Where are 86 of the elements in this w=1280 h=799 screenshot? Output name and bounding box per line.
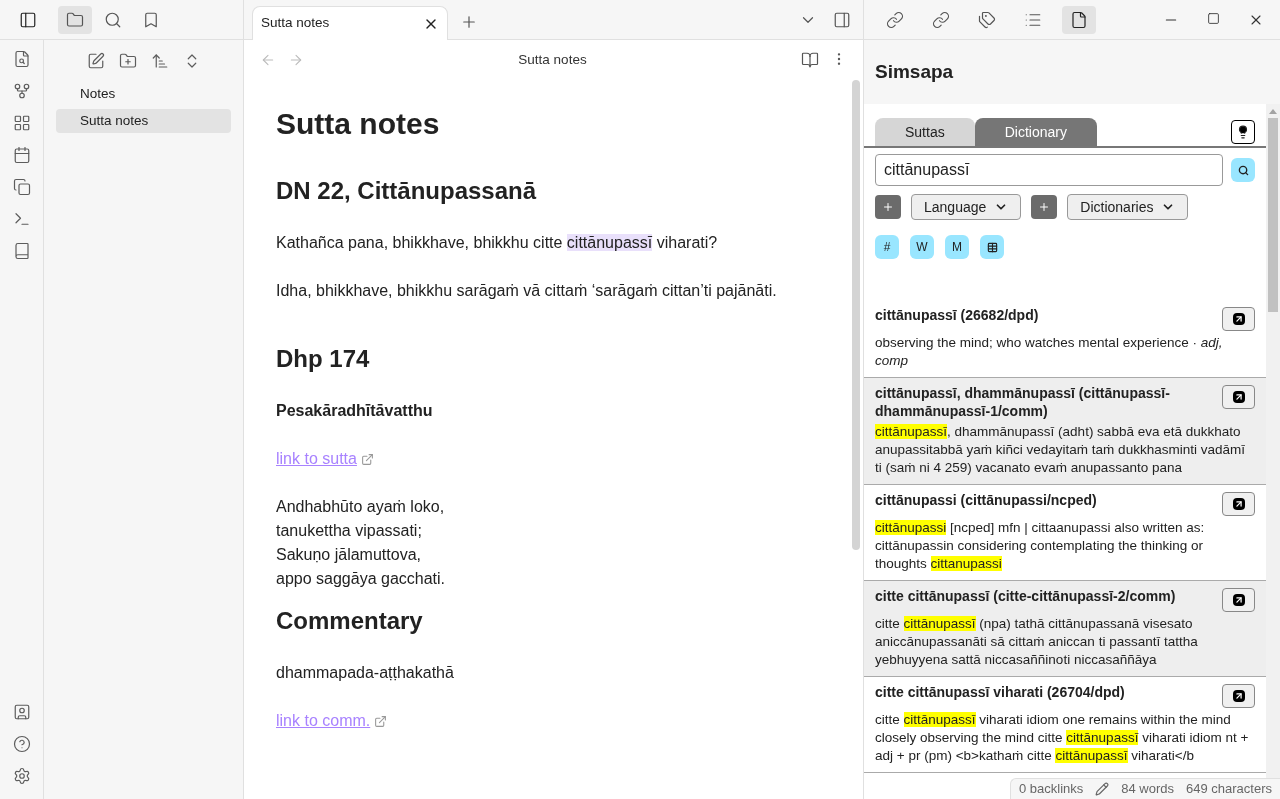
scrollbar-thumb[interactable] [1268, 118, 1278, 312]
help-icon[interactable] [12, 735, 31, 753]
open-icon [1232, 391, 1245, 403]
open-button[interactable] [1222, 307, 1255, 331]
result-title: cittānupassī, dhammānupassī (cittānupassī-dhammānupassī-1/comm) [875, 384, 1171, 420]
backlinks-count: 0 backlinks [1018, 780, 1084, 799]
note-heading: DN 22, Cittānupassanā [276, 176, 537, 206]
character-count: 649 characters [1186, 780, 1272, 799]
open-icon [1232, 313, 1245, 325]
terminal-icon[interactable] [12, 210, 31, 228]
filter-button[interactable]: # [875, 235, 899, 259]
result-title: citte cittānupassī viharati (26704/dpd) [875, 683, 1126, 701]
tags-icon [978, 10, 996, 29]
result-text: cittānupassī, dhammānupassī (adht) sabbā eva etā dukkhato anupassitabbā yaṁ kiñci vedayitaṁ taṁ dukkhasminti vadāmī ti (saṁ ni 4 259) vacanato evaṁ anupassanto pana [875, 423, 1246, 477]
open-button[interactable] [1222, 684, 1255, 708]
table-icon [986, 241, 998, 253]
sidebar-tab[interactable] [58, 5, 92, 34]
note-name: Sutta notes [518, 50, 587, 69]
add-button[interactable] [875, 195, 901, 219]
result-text: observing the mind; who watches mental experience · adj, comp [875, 334, 1224, 370]
editor-tab[interactable]: Sutta notes [252, 6, 448, 40]
open-button[interactable] [1222, 492, 1255, 516]
sidebar-tab[interactable] [1062, 5, 1096, 34]
scrollbar-thumb[interactable] [852, 80, 860, 550]
tab-label: Sutta notes [261, 14, 330, 33]
open-button[interactable] [1222, 588, 1255, 612]
new-note-icon[interactable] [86, 52, 105, 70]
result-title: citte cittānupassī (citte-cittānupassī-2/comm) [875, 587, 1177, 605]
plus-icon [1038, 201, 1051, 213]
link-icon [886, 10, 904, 29]
maximize-icon[interactable] [1207, 11, 1220, 25]
plus-icon [882, 201, 894, 213]
word-count: 84 words [1121, 780, 1174, 799]
result-title: cittānupassī (26682/dpd) [875, 306, 1040, 324]
dictionary-tab[interactable]: Dictionary [974, 118, 1097, 146]
filter-button[interactable]: W [910, 235, 934, 259]
result-text: citte cittānupassī (npa) tathā cittānupassanā visesato aniccānupassanāti sā cittaṁ aniccan ti passantī tattha yebhuyyena sattā niccasaññinoti niccasaññāya [875, 615, 1199, 669]
dropdown[interactable]: Language [911, 194, 1022, 220]
sidebar-toggle-icon[interactable] [19, 10, 37, 29]
filter-button[interactable]: M [945, 235, 969, 259]
sort-icon[interactable] [150, 52, 169, 70]
result-text: cittānupassi [ncped] mfn | cittaanupassi also written as: cittānupassin considering contemplating the thinking or thoughts cittanupassi [875, 519, 1206, 573]
sidebar-toggle-icon[interactable] [833, 11, 851, 29]
link-icon [932, 10, 950, 29]
note-heading: Dhp 174 [276, 344, 370, 374]
new-tab-icon[interactable] [460, 13, 478, 31]
settings-icon[interactable] [12, 767, 31, 785]
book-icon[interactable] [12, 242, 31, 260]
graph-icon[interactable] [12, 82, 31, 100]
search-field[interactable]: cittānupassī [875, 154, 1223, 186]
note-paragraph: Idha, bhikkhave, bhikkhu sarāgaṁ vā cittaṁ ‘sarāgaṁ cittan’ti pajānāti. [276, 281, 777, 301]
search-button[interactable] [1231, 158, 1255, 182]
table-filter-button[interactable] [980, 235, 1004, 259]
panel-title: Simsapa [875, 59, 954, 84]
note-paragraph: Kathañca pana, bhikkhave, bhikkhu citte cittānupassī viharati? [276, 233, 718, 253]
hint-button[interactable] [1231, 120, 1255, 144]
note-title: Sutta notes [276, 106, 440, 142]
pencil-icon[interactable] [1095, 782, 1110, 796]
grid-icon[interactable] [12, 114, 31, 132]
external-link-icon [374, 714, 388, 728]
copy-icon[interactable] [12, 178, 31, 196]
open-icon [1232, 594, 1245, 606]
note-bold-text: Pesakāradhītāvatthu [276, 401, 433, 421]
file-tree-item[interactable]: Notes [56, 82, 231, 106]
verse-text: Andhabhūto ayaṁ loko, tanukettha vipassati; Sakuṇo jālamuttova, appo saggāya gacchati. [276, 497, 445, 589]
lightbulb-icon [1236, 125, 1250, 139]
open-button[interactable] [1222, 385, 1255, 409]
file-tree-item[interactable]: Sutta notes [56, 109, 231, 133]
open-icon [1232, 498, 1245, 510]
add-button[interactable] [1031, 195, 1058, 219]
file-icon [1070, 10, 1088, 29]
dictionary-tab[interactable]: Suttas [875, 118, 975, 146]
open-icon [1232, 690, 1245, 702]
new-folder-icon[interactable] [118, 52, 137, 70]
search-icon [104, 10, 122, 29]
folder-icon [66, 10, 84, 29]
note-paragraph: dhammapada-aṭṭhakathā [276, 663, 454, 683]
file-search-icon[interactable] [12, 50, 31, 68]
note-heading: Commentary [276, 606, 423, 636]
reading-view-icon[interactable] [801, 51, 819, 69]
search-icon [1237, 164, 1249, 176]
dropdown[interactable]: Dictionaries [1067, 194, 1189, 220]
external-link-icon [360, 452, 374, 466]
calendar-icon[interactable] [12, 146, 31, 164]
bookmark-icon [142, 10, 160, 29]
result-title: cittānupassi (cittānupassi/ncped) [875, 491, 1098, 509]
